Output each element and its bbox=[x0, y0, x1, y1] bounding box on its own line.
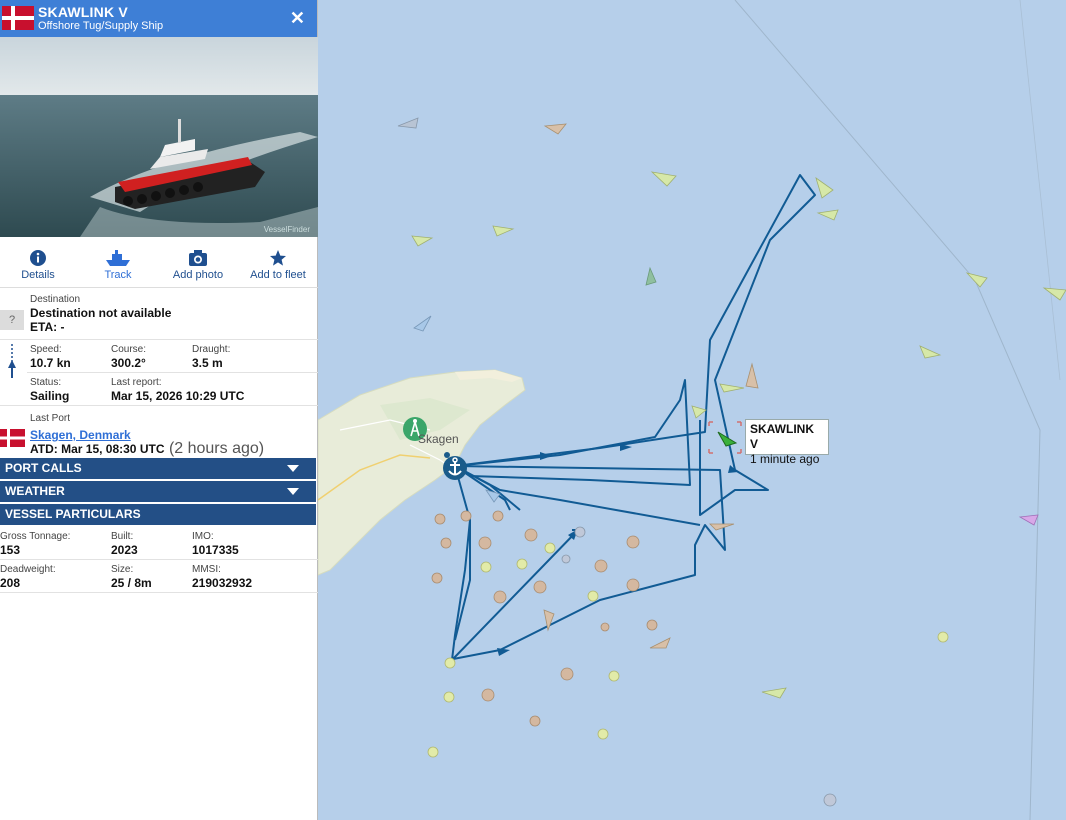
info-icon bbox=[30, 250, 46, 266]
add-photo-button[interactable]: Add photo bbox=[160, 249, 236, 281]
gross-tonnage-value: 153 bbox=[0, 543, 21, 557]
gross-tonnage-label: Gross Tonnage: bbox=[0, 531, 71, 542]
speed-label: Speed: bbox=[30, 344, 62, 355]
unknown-destination-icon: ? bbox=[0, 310, 24, 330]
popup-vessel-name: SKAWLINK V bbox=[750, 422, 814, 451]
vessel-info-panel: SKAWLINK V Offshore Tug/Supply Ship ✕ Ve… bbox=[0, 0, 318, 820]
add-photo-label: Add photo bbox=[172, 269, 224, 281]
mmsi-value: 219032932 bbox=[192, 576, 253, 590]
size-value: 25 / 8m bbox=[111, 576, 152, 590]
last-report-value: Mar 15, 2026 10:29 UTC bbox=[111, 389, 245, 403]
details-label: Details bbox=[21, 269, 55, 281]
weather-section-toggle[interactable]: WEATHER bbox=[0, 481, 316, 502]
details-button[interactable]: Details bbox=[0, 249, 76, 281]
tug-ship-image bbox=[0, 37, 318, 237]
vessel-particulars-title: VESSEL PARTICULARS bbox=[5, 507, 141, 521]
draught-value: 3.5 m bbox=[192, 356, 223, 370]
vessel-name: SKAWLINK V bbox=[38, 4, 128, 20]
track-label: Track bbox=[104, 269, 132, 281]
add-to-fleet-button[interactable]: Add to fleet bbox=[240, 249, 316, 281]
chevron-down-icon bbox=[287, 465, 299, 472]
destination-label: Destination bbox=[30, 294, 81, 305]
ship-icon bbox=[106, 250, 130, 266]
course-label: Course: bbox=[111, 344, 147, 355]
draught-label: Draught: bbox=[192, 344, 231, 355]
last-port-section: Last Port Skagen, Denmark ATD: Mar 15, 0… bbox=[0, 406, 318, 458]
last-report-label: Last report: bbox=[111, 377, 162, 388]
status-label: Status: bbox=[30, 377, 62, 388]
vessel-particulars-header[interactable]: VESSEL PARTICULARS bbox=[0, 504, 316, 525]
denmark-flag-icon bbox=[0, 429, 25, 447]
vessel-popup[interactable]: SKAWLINK V 1 minute ago bbox=[745, 419, 829, 466]
photo-watermark: VesselFinder bbox=[263, 225, 310, 234]
imo-label: IMO: bbox=[192, 531, 214, 542]
port-calls-title: PORT CALLS bbox=[5, 461, 82, 475]
divider bbox=[27, 372, 318, 373]
camera-icon bbox=[189, 250, 207, 266]
town-label: Skagen bbox=[418, 432, 459, 446]
atd-value: ATD: Mar 15, 08:30 UTC bbox=[30, 442, 165, 456]
vessel-photo[interactable]: VesselFinder bbox=[0, 37, 318, 237]
imo-value: 1017335 bbox=[192, 543, 239, 557]
destination-value: Destination not available bbox=[30, 306, 172, 320]
action-bar: Details Track Add photo Add to fleet bbox=[0, 237, 318, 288]
particulars-row: Deadweight: 208 Size: 25 / 8m MMSI: 2190… bbox=[0, 560, 318, 593]
built-value: 2023 bbox=[111, 543, 138, 557]
popup-last-seen: 1 minute ago bbox=[750, 452, 820, 466]
built-label: Built: bbox=[111, 531, 134, 542]
track-button[interactable]: Track bbox=[80, 249, 156, 281]
particulars-row: Gross Tonnage: 153 Built: 2023 IMO: 1017… bbox=[0, 527, 318, 560]
eta-value: ETA: - bbox=[30, 320, 65, 334]
weather-title: WEATHER bbox=[5, 484, 65, 498]
speed-value: 10.7 kn bbox=[30, 356, 71, 370]
destination-section: ? Destination Destination not available … bbox=[0, 288, 318, 340]
add-to-fleet-label: Add to fleet bbox=[250, 269, 306, 281]
vessel-type: Offshore Tug/Supply Ship bbox=[38, 20, 164, 32]
close-icon[interactable]: ✕ bbox=[290, 9, 305, 27]
mmsi-label: MMSI: bbox=[192, 564, 221, 575]
star-icon bbox=[270, 250, 286, 266]
size-label: Size: bbox=[111, 564, 134, 575]
denmark-flag-icon bbox=[2, 6, 34, 30]
atd-ago: (2 hours ago) bbox=[168, 440, 265, 457]
deadweight-value: 208 bbox=[0, 576, 21, 590]
panel-header: SKAWLINK V Offshore Tug/Supply Ship ✕ bbox=[0, 0, 317, 37]
last-port-label: Last Port bbox=[30, 413, 71, 424]
status-value: Sailing bbox=[30, 389, 70, 403]
chevron-down-icon bbox=[287, 488, 299, 495]
course-arrow-icon bbox=[8, 344, 16, 378]
course-value: 300.2° bbox=[111, 356, 146, 370]
deadweight-label: Deadweight: bbox=[0, 564, 56, 575]
port-calls-section-toggle[interactable]: PORT CALLS bbox=[0, 458, 316, 479]
navigation-section: Speed: 10.7 kn Course: 300.2° Draught: 3… bbox=[0, 340, 318, 406]
